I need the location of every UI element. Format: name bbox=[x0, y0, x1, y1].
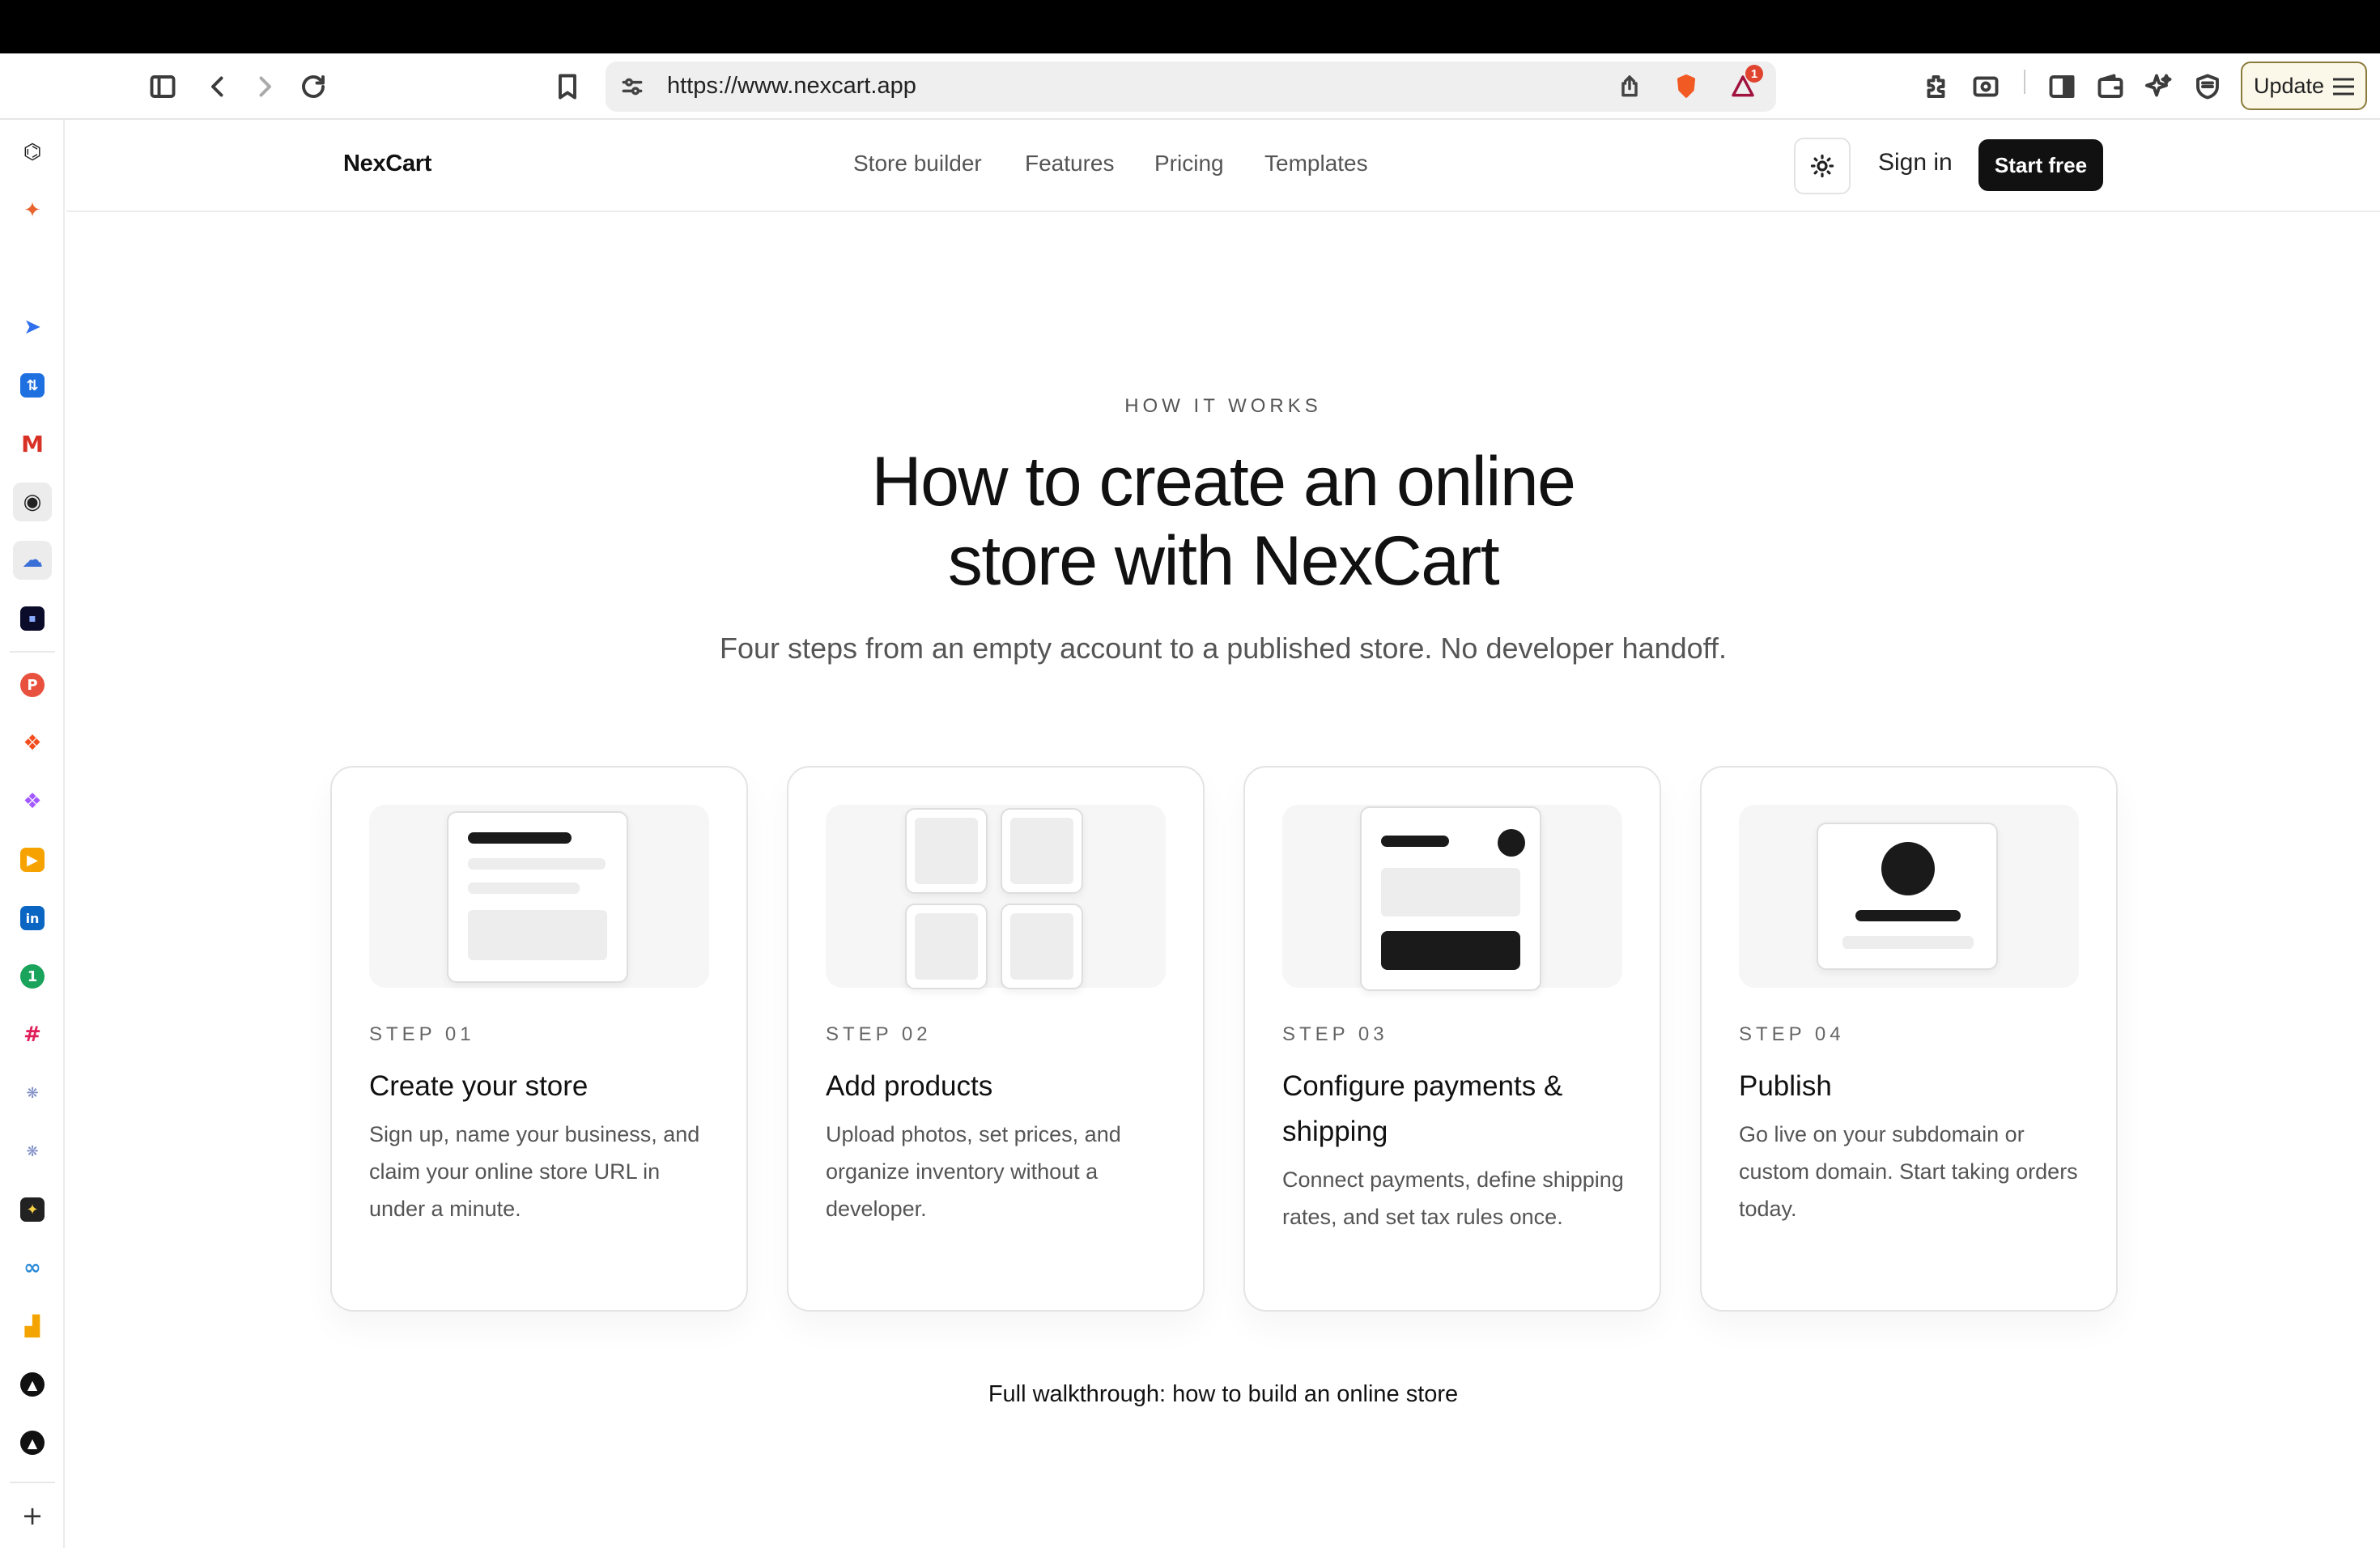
reload-icon[interactable] bbox=[295, 68, 332, 105]
step-card: STEP 01 Create your store Sign up, name … bbox=[330, 766, 748, 1312]
reader-icon[interactable] bbox=[1967, 68, 2004, 105]
linkedin-icon[interactable]: in bbox=[13, 899, 52, 938]
producthunt-icon[interactable]: P bbox=[13, 666, 52, 704]
claude-icon[interactable]: ✦ bbox=[13, 191, 52, 230]
cloud-icon[interactable]: ☁ bbox=[13, 541, 52, 580]
zoom-icon[interactable]: ▶ bbox=[13, 840, 52, 879]
directions-icon[interactable]: ➤ bbox=[13, 308, 52, 347]
checkout-mockup bbox=[1360, 806, 1541, 991]
walkthrough-link[interactable]: Full walkthrough: how to build an online… bbox=[66, 1381, 2380, 1408]
link-icon[interactable]: ∞ bbox=[13, 1248, 52, 1287]
perplexity-alt-icon[interactable]: ❋ bbox=[13, 1132, 52, 1171]
profile-mockup bbox=[1817, 823, 1998, 970]
notion-ai-icon[interactable]: ✦ bbox=[13, 1190, 52, 1229]
sun-icon bbox=[1810, 154, 1834, 178]
gmail-icon[interactable]: M bbox=[13, 424, 52, 463]
product-tile bbox=[1001, 808, 1083, 894]
app-sidebar: ⌬ ✦ ➤ ⇅ M ◉ ☁ ▪ P ❖ ❖ ▶ in 1 # ❋ ❋ ✦ ∞ ▟… bbox=[0, 120, 65, 1548]
github-icon[interactable]: ◉ bbox=[13, 483, 52, 521]
step-card: STEP 03 Configure payments & shipping Co… bbox=[1243, 766, 1661, 1312]
web-page: NexCart Store builder Features Pricing T… bbox=[66, 120, 2380, 1548]
sidebar-icon[interactable] bbox=[2043, 68, 2080, 105]
product-tile bbox=[905, 808, 988, 894]
step-illustration bbox=[369, 805, 709, 988]
nav-link-pricing[interactable]: Pricing bbox=[1154, 151, 1224, 176]
site-logo[interactable]: NexCart bbox=[343, 151, 431, 177]
section-eyebrow: HOW IT WORKS bbox=[1124, 395, 1322, 417]
jira-icon[interactable]: ⇅ bbox=[13, 366, 52, 405]
step-number: STEP 02 bbox=[826, 1023, 932, 1045]
step-description: Sign up, name your business, and claim y… bbox=[369, 1122, 700, 1221]
update-label: Update bbox=[2254, 73, 2325, 98]
leo-ai-icon[interactable] bbox=[2140, 68, 2178, 105]
toolbar-divider bbox=[2024, 70, 2025, 94]
step-title: Publish bbox=[1739, 1070, 1832, 1102]
address-bar[interactable]: https://www.nexcart.app bbox=[606, 62, 1776, 112]
chatgpt-icon[interactable]: ⌬ bbox=[13, 133, 52, 172]
sidebar-toggle-icon[interactable] bbox=[144, 68, 181, 105]
forward-icon[interactable] bbox=[246, 68, 283, 105]
page-subtitle: Four steps from an empty account to a pu… bbox=[719, 632, 1728, 665]
one-icon[interactable]: 1 bbox=[13, 957, 52, 996]
step-title: Create your store bbox=[369, 1070, 589, 1102]
title-line-1: How to create an online bbox=[871, 443, 1576, 521]
step-number: STEP 01 bbox=[369, 1023, 475, 1045]
url-text[interactable]: https://www.nexcart.app bbox=[667, 73, 916, 100]
page-title: How to create an online store with NexCa… bbox=[66, 442, 2380, 601]
step-card: STEP 02 Add products Upload photos, set … bbox=[787, 766, 1205, 1312]
step-illustration bbox=[1282, 805, 1622, 991]
add-icon[interactable]: + bbox=[13, 1496, 52, 1535]
product-tile bbox=[905, 904, 988, 989]
update-button[interactable]: Update bbox=[2241, 62, 2367, 110]
perplexity-icon[interactable]: ❋ bbox=[13, 1074, 52, 1112]
step-number: STEP 04 bbox=[1739, 1023, 1845, 1045]
brave-shield-icon[interactable] bbox=[1671, 71, 1702, 102]
back-icon[interactable] bbox=[199, 68, 236, 105]
apple-icon[interactable] bbox=[13, 249, 52, 288]
step-description: Go live on your subdomain or custom doma… bbox=[1739, 1122, 2078, 1221]
step-description: Connect payments, define shipping rates,… bbox=[1282, 1167, 1624, 1229]
step-illustration bbox=[826, 805, 1166, 989]
figma-alt-icon[interactable]: ❖ bbox=[13, 782, 52, 821]
sidebar-separator bbox=[10, 1482, 55, 1483]
nav-link-store-builder[interactable]: Store builder bbox=[853, 151, 982, 176]
rewards-badge: 1 bbox=[1745, 65, 1763, 83]
step-title: Add products bbox=[826, 1070, 993, 1102]
nav-link-features[interactable]: Features bbox=[1025, 151, 1115, 176]
step-illustration bbox=[1739, 805, 2079, 988]
site-settings-icon[interactable] bbox=[617, 71, 648, 102]
vercel-icon[interactable]: ▲ bbox=[13, 1365, 52, 1404]
store-mockup bbox=[447, 811, 628, 983]
extensions-icon[interactable] bbox=[1919, 68, 1956, 105]
step-title: Configure payments & shipping bbox=[1282, 1070, 1563, 1147]
bookmark-icon[interactable] bbox=[549, 68, 586, 105]
site-nav: NexCart Store builder Features Pricing T… bbox=[66, 120, 2380, 212]
title-line-2: store with NexCart bbox=[947, 522, 1500, 600]
terminal-icon[interactable]: ▪ bbox=[13, 599, 52, 638]
browser-toolbar: https://www.nexcart.app 1 Update bbox=[0, 53, 2380, 120]
start-free-button[interactable]: Start free bbox=[1978, 139, 2103, 191]
step-card: STEP 04 Publish Go live on your subdomai… bbox=[1700, 766, 2118, 1312]
system-menu-bar bbox=[0, 0, 2380, 53]
step-description: Upload photos, set prices, and organize … bbox=[826, 1122, 1121, 1221]
wallet-icon[interactable] bbox=[2092, 68, 2129, 105]
theme-toggle-button[interactable] bbox=[1794, 138, 1851, 194]
figma-icon[interactable]: ❖ bbox=[13, 724, 52, 763]
sign-in-link[interactable]: Sign in bbox=[1878, 149, 1953, 176]
vercel-alt-icon[interactable]: ▲ bbox=[13, 1423, 52, 1462]
share-icon[interactable] bbox=[1614, 71, 1645, 102]
analytics-icon[interactable]: ▟ bbox=[13, 1307, 52, 1346]
product-tile bbox=[1001, 904, 1083, 989]
nav-link-templates[interactable]: Templates bbox=[1264, 151, 1368, 176]
step-number: STEP 03 bbox=[1282, 1023, 1388, 1045]
sidebar-separator bbox=[10, 651, 55, 653]
menu-icon[interactable] bbox=[2331, 76, 2356, 97]
vpn-icon[interactable] bbox=[2189, 68, 2226, 105]
slack-icon[interactable]: # bbox=[13, 1015, 52, 1054]
